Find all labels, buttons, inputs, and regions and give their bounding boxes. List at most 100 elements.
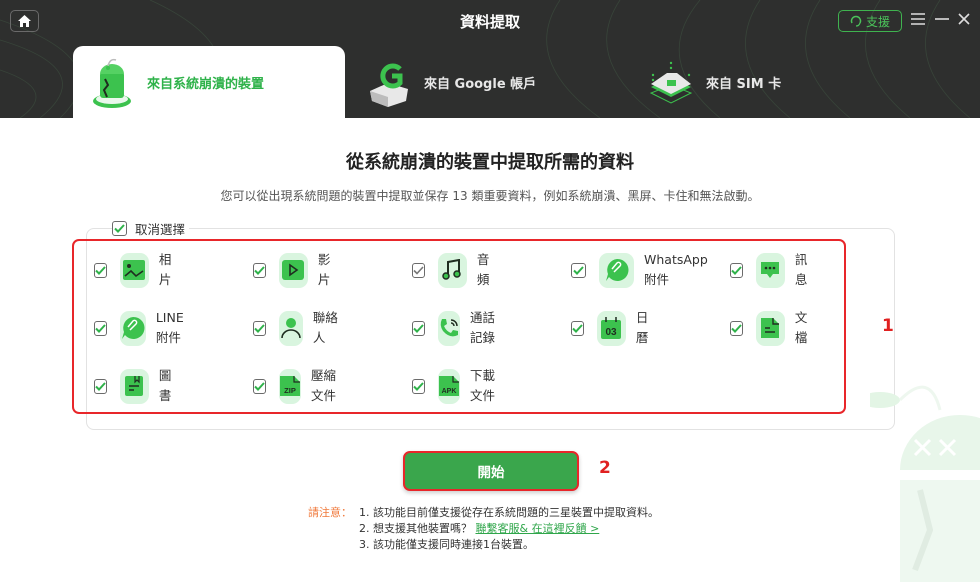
- start-button[interactable]: 開始: [403, 451, 579, 491]
- tab-sim-card-label: 來自 SIM 卡: [706, 76, 782, 92]
- checkbox[interactable]: [571, 320, 584, 336]
- data-type-label: 壓縮文件: [311, 368, 337, 403]
- check-icon: [114, 224, 125, 233]
- hamburger-icon: [911, 13, 925, 25]
- sim-card-icon: [646, 54, 696, 110]
- checkbox[interactable]: [94, 262, 107, 278]
- deselect-all-label: 取消選擇: [135, 222, 186, 237]
- checkbox[interactable]: [253, 378, 266, 394]
- check-icon: [95, 265, 106, 275]
- deselect-all-checkbox[interactable]: 取消選擇: [112, 219, 190, 238]
- page-subtitle: 您可以從出現系統問題的裝置中提取並保存 13 類重要資料，例如系統崩潰、黑屏、卡…: [220, 189, 760, 203]
- checkbox[interactable]: [412, 320, 425, 336]
- checkbox[interactable]: [94, 378, 107, 394]
- checkbox[interactable]: [571, 262, 586, 278]
- check-icon: [254, 323, 265, 333]
- source-tabs: 來自系統崩潰的裝置 來自 Google 帳戶 來自 SIM 卡: [0, 46, 980, 118]
- zip-badge-text: ZIP: [284, 386, 296, 395]
- checkbox[interactable]: [730, 262, 743, 278]
- check-icon: [573, 265, 584, 275]
- checkbox[interactable]: [253, 262, 266, 278]
- data-type-downloads[interactable]: APK 下載文件: [412, 366, 498, 406]
- data-type-audio[interactable]: 音頻: [412, 250, 498, 290]
- calendar-day-text: 03: [606, 327, 618, 338]
- data-type-label: 聯絡人: [312, 310, 338, 345]
- close-button[interactable]: [958, 9, 970, 31]
- calendar-icon: 03: [597, 310, 626, 346]
- apk-file-icon: APK: [438, 368, 460, 404]
- note-line-2-text: 2. 想支援其他裝置嗎？: [359, 522, 476, 535]
- checkbox[interactable]: [412, 378, 425, 394]
- data-type-photos[interactable]: 相片: [94, 250, 180, 290]
- data-type-label: 相片: [158, 252, 172, 287]
- app-window: 資料提取 支援 來自系統崩潰的裝置 來自 Google 帳戶 來自 SIM 卡 …: [0, 0, 980, 582]
- check-icon: [731, 323, 742, 333]
- tab-google-account[interactable]: 來自 Google 帳戶: [364, 46, 594, 118]
- data-type-messages[interactable]: 訊息: [730, 250, 816, 290]
- notes-label: 請注意：: [308, 506, 352, 519]
- check-icon: [95, 381, 106, 391]
- data-type-books[interactable]: 圖書: [94, 366, 180, 406]
- data-type-line-attachments[interactable]: LINE附件: [94, 308, 195, 348]
- checkbox[interactable]: [94, 320, 107, 336]
- message-icon: [756, 252, 785, 288]
- check-icon: [572, 323, 583, 333]
- data-type-label: LINE附件: [155, 310, 184, 345]
- page-title: 從系統崩潰的裝置中提取所需的資料: [346, 152, 634, 173]
- data-type-label: 影片: [317, 252, 331, 287]
- music-icon: [438, 252, 467, 288]
- annotation-number-1: 1: [882, 316, 894, 336]
- data-type-whatsapp-attachments[interactable]: WhatsApp 附件: [571, 250, 708, 290]
- window-title: 資料提取: [459, 13, 520, 31]
- call-log-icon: [438, 310, 460, 346]
- whatsapp-attachment-icon: [599, 252, 634, 288]
- data-type-calendar[interactable]: 03 日曆: [571, 308, 657, 348]
- data-type-label: 日曆: [635, 310, 649, 345]
- book-icon: [120, 368, 149, 404]
- check-icon: [413, 381, 424, 391]
- google-account-icon: [364, 54, 414, 110]
- data-type-contacts[interactable]: 聯絡人: [253, 308, 339, 348]
- data-type-documents[interactable]: 文檔: [730, 308, 816, 348]
- data-type-archives[interactable]: ZIP 壓縮文件: [253, 366, 339, 406]
- broken-android-watermark: [870, 385, 980, 582]
- annotation-number-2: 2: [599, 458, 611, 478]
- checkbox[interactable]: [253, 320, 266, 336]
- checkbox[interactable]: [112, 221, 127, 236]
- contact-feedback-link[interactable]: 聯繫客服& 在這裡反饋 >: [476, 522, 600, 535]
- note-line-2: 2. 想支援其他裝置嗎？ 聯繫客服& 在這裡反饋 >: [359, 521, 659, 537]
- checkbox[interactable]: [730, 320, 743, 336]
- contact-icon: [279, 310, 303, 346]
- check-icon: [731, 265, 742, 275]
- data-type-label: 文檔: [794, 310, 808, 345]
- menu-button[interactable]: [911, 9, 925, 31]
- document-icon: [756, 310, 785, 346]
- data-type-label: 下載文件: [470, 368, 496, 403]
- video-icon: [279, 252, 308, 288]
- data-type-videos[interactable]: 影片: [253, 250, 339, 290]
- minimize-button[interactable]: [935, 9, 949, 31]
- support-button[interactable]: 支援: [838, 10, 902, 32]
- check-icon: [413, 323, 424, 333]
- check-icon: [254, 265, 265, 275]
- check-icon: [254, 381, 265, 391]
- support-label: 支援: [865, 14, 890, 29]
- label-line-2: 附件: [644, 272, 670, 287]
- tab-crashed-device-label: 來自系統崩潰的裝置: [147, 76, 265, 92]
- data-type-label: WhatsApp 附件: [644, 250, 708, 290]
- checkbox[interactable]: [412, 262, 425, 278]
- check-icon: [95, 323, 106, 333]
- data-type-label: 訊息: [794, 252, 808, 287]
- line-attachment-icon: [120, 310, 146, 346]
- data-type-label: 通話記錄: [470, 310, 496, 345]
- apk-badge-text: APK: [442, 388, 457, 395]
- check-icon: [413, 265, 424, 275]
- data-type-call-logs[interactable]: 通話記錄: [412, 308, 498, 348]
- tab-sim-card[interactable]: 來自 SIM 卡: [646, 46, 846, 118]
- note-line-1: 1. 該功能目前僅支援從存在系統問題的三星裝置中提取資料。: [359, 506, 659, 519]
- zip-file-icon: ZIP: [279, 368, 301, 404]
- tab-google-account-label: 來自 Google 帳戶: [424, 76, 537, 92]
- tab-crashed-device[interactable]: 來自系統崩潰的裝置: [73, 46, 345, 118]
- notes-section: 請注意： 1. 該功能目前僅支援從存在系統問題的三星裝置中提取資料。 2. 想支…: [308, 505, 659, 553]
- label-line-1: WhatsApp: [644, 252, 708, 267]
